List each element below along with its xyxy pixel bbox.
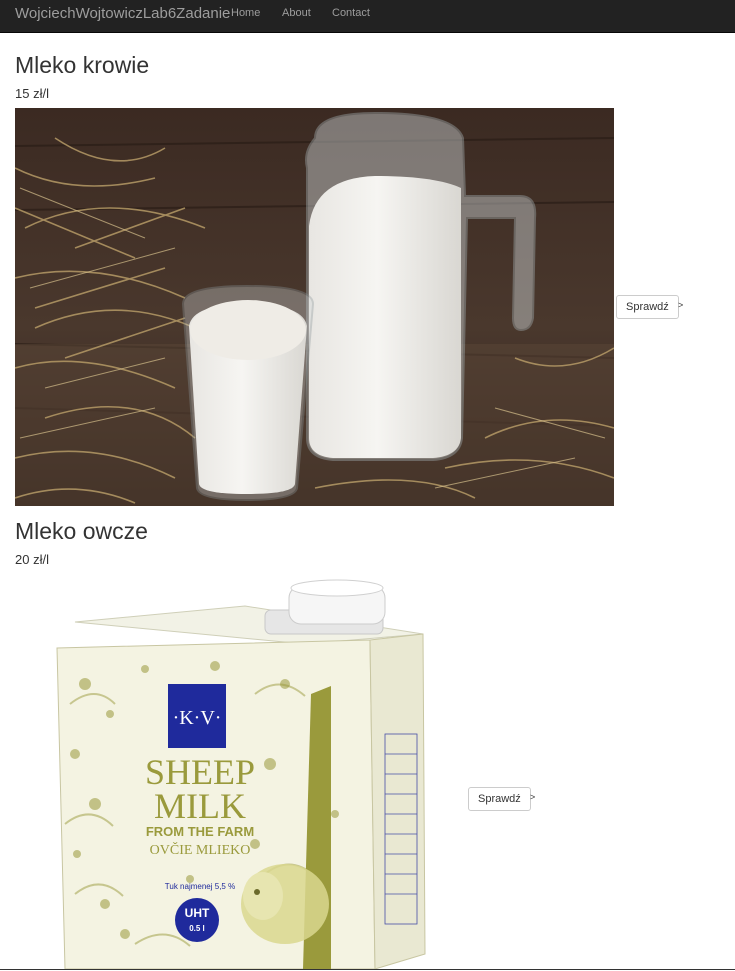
- check-button[interactable]: Sprawdź: [468, 787, 531, 811]
- product-title: Mleko krowie: [15, 52, 150, 78]
- brand-mark-text: ·K·V·: [173, 707, 222, 729]
- nav-about-link[interactable]: About: [282, 7, 311, 19]
- page-bottom-rule: [0, 969, 735, 970]
- cow-milk-illustration: [15, 108, 614, 506]
- product-title: Mleko owcze: [15, 518, 148, 544]
- nav-home-link[interactable]: Home: [231, 7, 260, 19]
- brand-link[interactable]: WojciechWojtowiczLab6Zadanie: [15, 5, 230, 22]
- uht-text: UHT: [185, 906, 210, 920]
- pack-fat-text: Tuk najmenej 5,5 %: [165, 882, 235, 891]
- check-button[interactable]: Sprawdź: [616, 295, 679, 319]
- product-price: 15 zł/l: [15, 86, 49, 101]
- pack-line-2: MILK: [154, 786, 246, 826]
- cow-milk-photo: [15, 108, 614, 506]
- top-navbar: WojciechWojtowiczLab6Zadanie Home About …: [0, 0, 735, 33]
- arrow-glyph: >: [678, 300, 684, 310]
- nav-contact-link[interactable]: Contact: [332, 7, 370, 19]
- volume-text: 0.5 l: [189, 924, 205, 933]
- sheep-milk-carton-photo: ·K·V· SHEEP MILK FROM THE FARM OVČIE MLI…: [15, 574, 465, 969]
- arrow-glyph: >: [530, 792, 536, 802]
- sheep-milk-carton-illustration: ·K·V· SHEEP MILK FROM THE FARM OVČIE MLI…: [15, 574, 465, 969]
- pack-line-4: OVČIE MLIEKO: [150, 841, 251, 858]
- pack-line-3: FROM THE FARM: [146, 824, 254, 839]
- product-price: 20 zł/l: [15, 552, 49, 567]
